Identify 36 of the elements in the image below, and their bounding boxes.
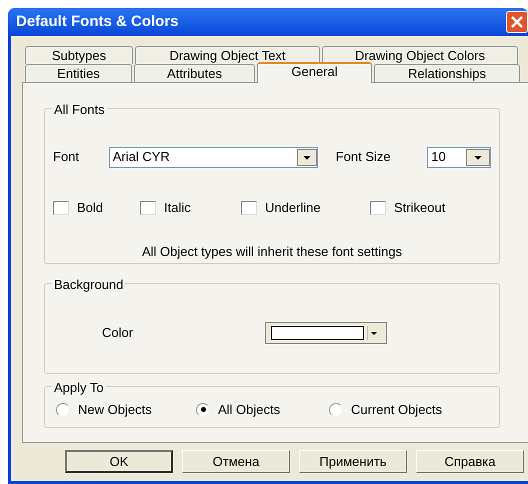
field-label: Font	[53, 148, 80, 166]
radio-label: New Objects	[78, 401, 152, 419]
radio-button[interactable]	[329, 402, 343, 417]
field-label: Color	[102, 324, 134, 342]
tab[interactable]: Relationships	[374, 64, 520, 82]
color-picker[interactable]	[265, 322, 387, 344]
dialog-button[interactable]: Отмена	[182, 450, 290, 473]
window-title: Default Fonts & Colors	[16, 12, 180, 32]
checkbox[interactable]	[241, 200, 257, 215]
checkbox[interactable]	[53, 200, 69, 215]
tab[interactable]: Drawing Object Text	[135, 46, 320, 64]
radio-label: Current Objects	[351, 401, 442, 419]
tab[interactable]: Attributes	[134, 64, 255, 82]
radio-button[interactable]	[56, 402, 70, 417]
checkbox-label: Underline	[265, 199, 321, 217]
tab[interactable]: General	[257, 62, 372, 83]
font-size-dropdown[interactable]: 10	[427, 146, 491, 168]
tab[interactable]: Drawing Object Colors	[322, 46, 518, 64]
dialog-button[interactable]: OK	[65, 450, 173, 473]
checkbox[interactable]	[140, 200, 156, 215]
close-button[interactable]	[506, 11, 528, 33]
hint-text: All Object types will inherit these font settings	[142, 242, 402, 261]
radio-label: All Objects	[218, 401, 280, 419]
dialog-button[interactable]: Справка	[416, 450, 524, 473]
tab[interactable]: Entities	[25, 64, 132, 82]
tab[interactable]: Subtypes	[25, 46, 133, 64]
checkbox-label: Bold	[77, 199, 104, 217]
checkbox-label: Italic	[164, 199, 191, 217]
checkbox[interactable]	[370, 200, 386, 215]
font-dropdown[interactable]: Arial CYR	[108, 146, 318, 168]
dropdown-arrow-icon	[367, 326, 379, 340]
close-icon	[511, 16, 523, 28]
field-label: Font Size	[336, 148, 392, 166]
checkbox-label: Strikeout	[394, 199, 446, 217]
radio-button[interactable]	[196, 402, 210, 417]
dialog-button[interactable]: Применить	[299, 450, 407, 473]
